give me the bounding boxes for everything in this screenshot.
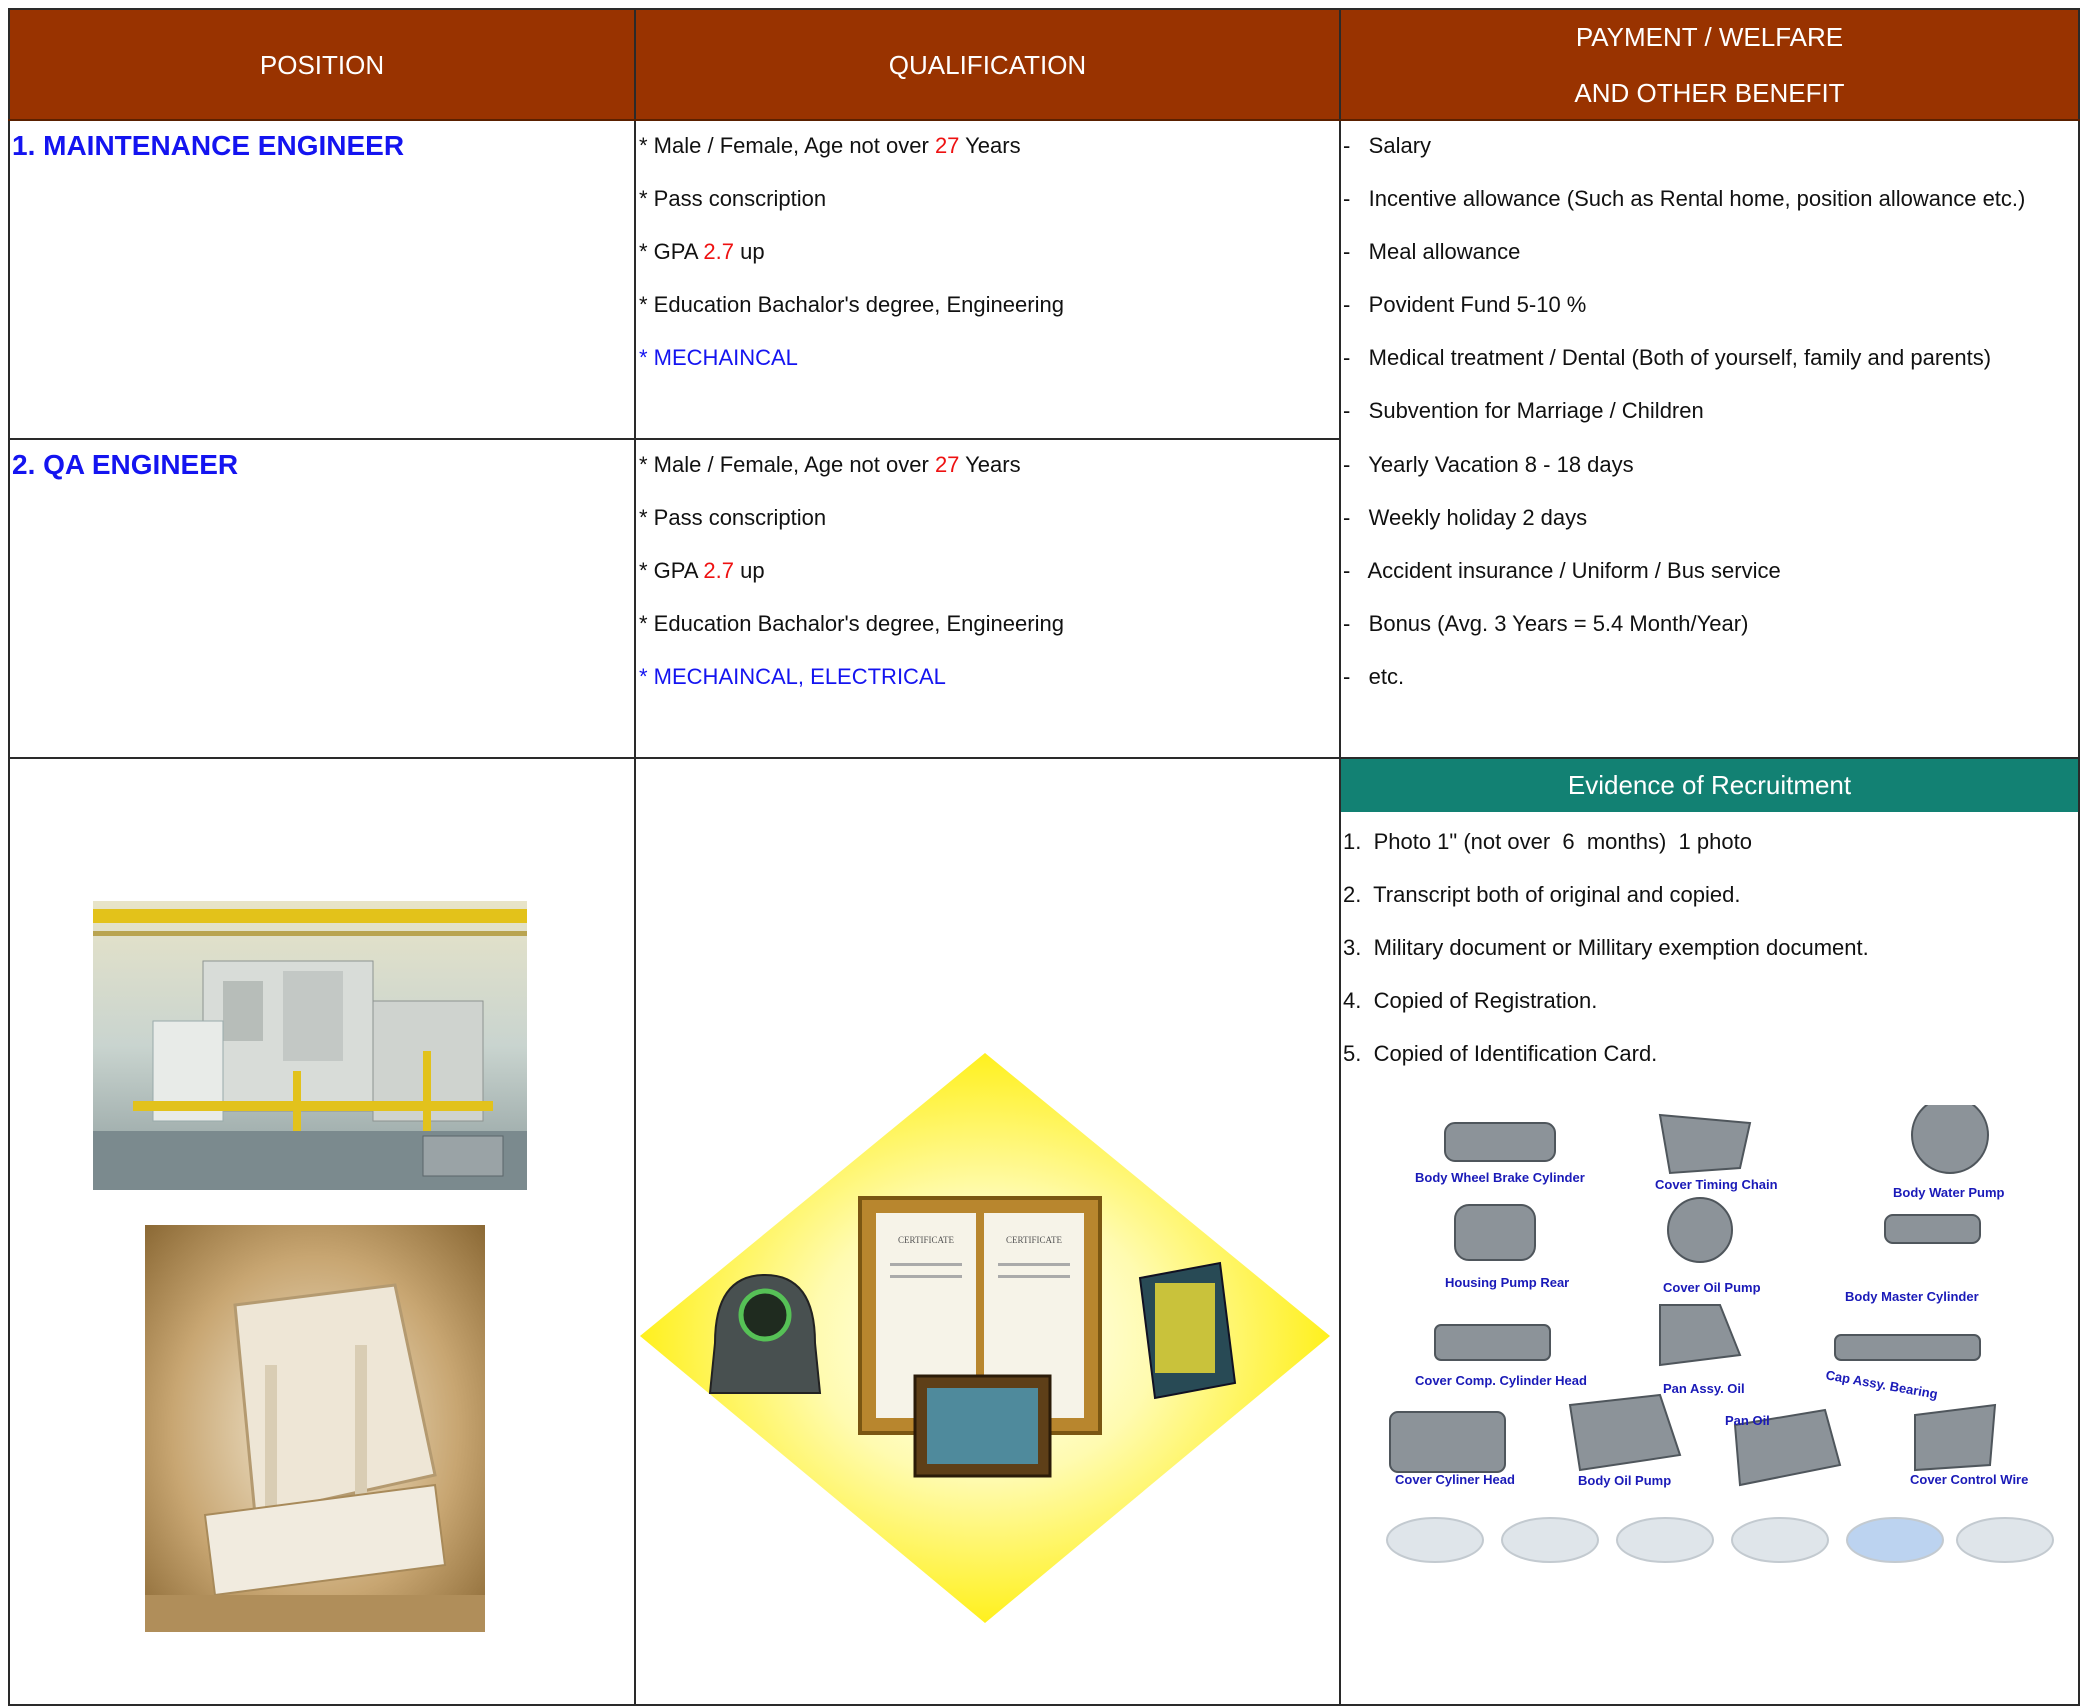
product-label: Body Master Cylinder: [1845, 1289, 1979, 1304]
certificate-left-text: CERTIFICATE: [898, 1235, 954, 1245]
qualification-education: * Education Bachalor's degree, Engineeri…: [639, 611, 1064, 636]
header-benefit-line2: AND OTHER BENEFIT: [1574, 78, 1845, 108]
qualification-age-prefix: * Male / Female, Age not over: [639, 452, 935, 477]
qualification-gpa-value: 2.7: [703, 239, 734, 264]
evidence-item: 5. Copied of Identification Card.: [1343, 1041, 1658, 1066]
product-label: Cover Oil Pump: [1663, 1280, 1761, 1295]
product-label: Pan Assy. Oil: [1663, 1381, 1745, 1396]
position-title-maintenance: 1. MAINTENANCE ENGINEER: [12, 130, 405, 161]
benefit-item: - etc.: [1343, 664, 1405, 689]
product-label: Body Oil Pump: [1578, 1473, 1672, 1488]
header-position: POSITION: [10, 10, 634, 120]
qualification-gpa: * GPA 2.7 up: [639, 558, 765, 584]
qualification-gpa: * GPA 2.7 up: [639, 239, 765, 265]
evidence-item: 2. Transcript both of original and copie…: [1343, 882, 1741, 907]
benefit-item: - Medical treatment / Dental (Both of yo…: [1343, 345, 1992, 370]
product-label: Cover Timing Chain: [1655, 1177, 1778, 1192]
row-divider-positions: [8, 438, 1341, 440]
evidence-item: 1. Photo 1" (not over 6 months) 1 photo: [1343, 829, 1752, 854]
header-divider: [8, 119, 2080, 121]
benefit-item: - Weekly holiday 2 days: [1343, 505, 1588, 530]
certificate-right-text: CERTIFICATE: [1006, 1235, 1062, 1245]
product-label: Pan Oil: [1725, 1413, 1770, 1428]
certificates-image: CERTIFICATE CERTIFICATE: [640, 1053, 1330, 1623]
benefit-item: - Povident Fund 5-10 %: [1343, 292, 1587, 317]
benefit-item: - Yearly Vacation 8 - 18 days: [1343, 452, 1634, 477]
product-label: Cover Comp. Cylinder Head: [1415, 1373, 1587, 1388]
evidence-item: 3. Military document or Millitary exempt…: [1343, 935, 1869, 960]
factory-press-photo: [145, 1225, 485, 1632]
qualification-age-suffix: Years: [959, 452, 1021, 477]
qualification-age: * Male / Female, Age not over 27 Years: [639, 133, 1021, 159]
header-qualification-label: QUALIFICATION: [888, 50, 1087, 80]
benefit-item: - Bonus (Avg. 3 Years = 5.4 Month/Year): [1343, 611, 1749, 636]
qualification-major: * MECHAINCAL: [639, 345, 798, 370]
qualification-major: * MECHAINCAL, ELECTRICAL: [639, 664, 946, 689]
factory-machine-image: [93, 901, 527, 1190]
product-label: Cover Control Wire: [1910, 1472, 2029, 1487]
qualification-gpa-value: 2.7: [703, 558, 734, 583]
benefit-item: - Salary: [1343, 133, 1432, 158]
benefit-item: - Subvention for Marriage / Children: [1343, 398, 1704, 423]
product-parts-image: Body Wheel Brake Cylinder Cover Timing C…: [1375, 1096, 2075, 1575]
qualification-education: * Education Bachalor's degree, Engineeri…: [639, 292, 1064, 317]
header-benefit: PAYMENT / WELFARE AND OTHER BENEFIT: [1341, 10, 2078, 120]
product-label: Housing Pump Rear: [1445, 1275, 1570, 1290]
benefit-item: - Incentive allowance (Such as Rental ho…: [1343, 186, 2026, 211]
evidence-item: 4. Copied of Registration.: [1343, 988, 1598, 1013]
header-benefit-line1: PAYMENT / WELFARE: [1575, 22, 1844, 52]
qualification-age-value: 27: [934, 452, 960, 477]
benefit-item: - Meal allowance: [1343, 239, 1521, 264]
qualification-age-suffix: Years: [959, 133, 1021, 158]
position-title-qa: 2. QA ENGINEER: [12, 449, 239, 480]
qualification-gpa-prefix: * GPA: [639, 239, 704, 264]
qualification-conscription: * Pass conscription: [639, 186, 827, 211]
factory-press-image: [145, 1225, 485, 1632]
product-label: Cover Cyliner Head: [1395, 1472, 1515, 1487]
column-divider-2: [1339, 8, 1341, 1706]
qualification-conscription: * Pass conscription: [639, 505, 827, 530]
product-label: Body Water Pump: [1893, 1185, 2005, 1200]
header-qualification: QUALIFICATION: [636, 10, 1339, 120]
evidence-title: Evidence of Recruitment: [1567, 770, 1852, 800]
qualification-age-prefix: * Male / Female, Age not over: [639, 133, 935, 158]
qualification-age: * Male / Female, Age not over 27 Years: [639, 452, 1021, 478]
certificates-diamond: CERTIFICATE CERTIFICATE: [640, 1053, 1330, 1623]
qualification-age-value: 27: [934, 133, 960, 158]
benefit-item: - Accident insurance / Uniform / Bus ser…: [1343, 558, 1781, 583]
column-divider-1: [634, 8, 636, 1706]
header-position-label: POSITION: [259, 50, 385, 80]
evidence-header: Evidence of Recruitment: [1341, 759, 2078, 812]
qualification-gpa-prefix: * GPA: [639, 558, 704, 583]
factory-machine-photo: [93, 901, 527, 1190]
product-label: Body Wheel Brake Cylinder: [1415, 1170, 1585, 1185]
qualification-gpa-suffix: up: [734, 558, 765, 583]
qualification-gpa-suffix: up: [734, 239, 765, 264]
